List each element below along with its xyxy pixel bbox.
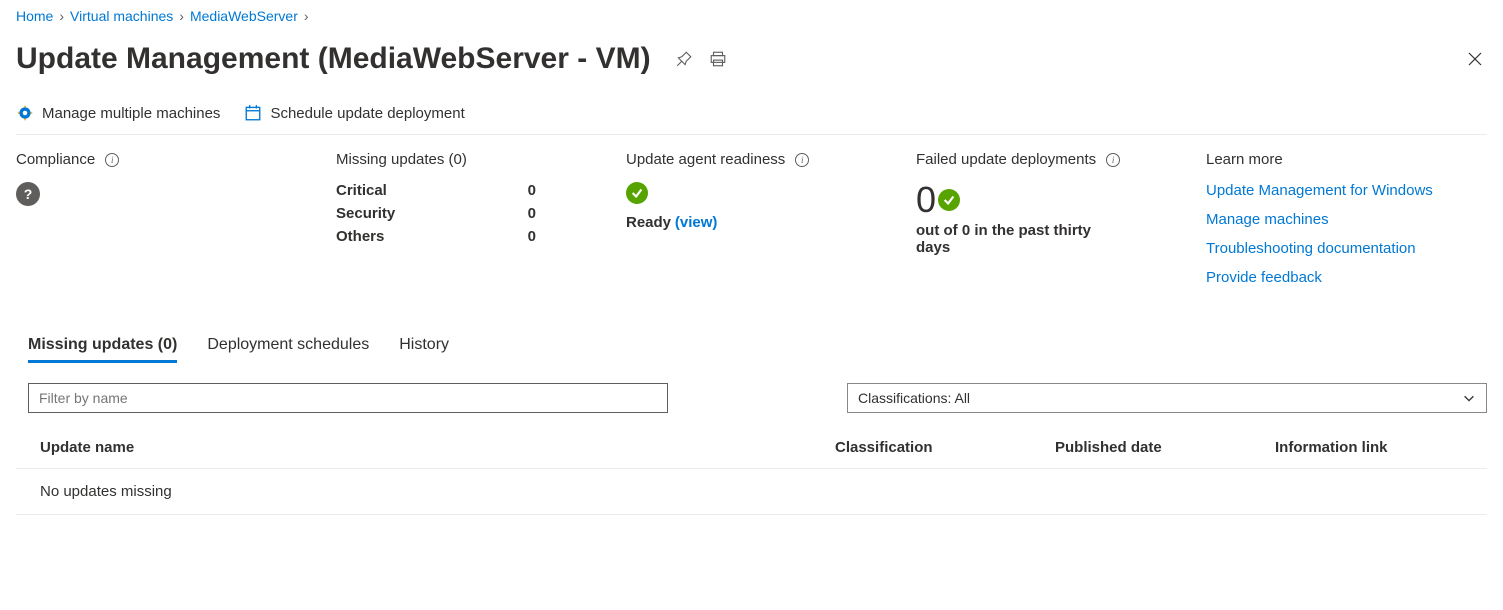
print-icon[interactable] — [707, 48, 729, 70]
tab-missing-updates[interactable]: Missing updates (0) — [28, 336, 177, 363]
missing-row-others: Others 0 — [336, 228, 536, 245]
readiness-view-link[interactable]: (view) — [675, 214, 718, 231]
missing-security-value: 0 — [528, 205, 536, 222]
col-classification[interactable]: Classification — [835, 439, 1055, 456]
schedule-deployment-button[interactable]: Schedule update deployment — [244, 104, 464, 122]
learn-link-feedback[interactable]: Provide feedback — [1206, 269, 1436, 286]
missing-critical-value: 0 — [528, 182, 536, 199]
check-circle-icon — [626, 182, 648, 204]
compliance-label: Compliance — [16, 151, 95, 168]
failed-deployments-panel: Failed update deployments i 0 out of 0 i… — [916, 151, 1146, 286]
manage-multiple-button[interactable]: Manage multiple machines — [16, 104, 220, 122]
learn-link-update-mgmt[interactable]: Update Management for Windows — [1206, 182, 1436, 199]
classifications-select[interactable]: Classifications: All — [847, 383, 1487, 413]
readiness-panel: Update agent readiness i Ready (view) — [626, 151, 856, 286]
missing-updates-panel: Missing updates (0) Critical 0 Security … — [336, 151, 566, 286]
breadcrumb-home[interactable]: Home — [16, 8, 53, 24]
title-row: Update Management (MediaWebServer - VM) — [16, 42, 1487, 76]
missing-row-security: Security 0 — [336, 205, 536, 222]
tabs: Missing updates (0) Deployment schedules… — [28, 336, 1487, 363]
table-empty-row: No updates missing — [16, 469, 1487, 515]
learn-more-label: Learn more — [1206, 151, 1283, 168]
breadcrumb-server[interactable]: MediaWebServer — [190, 8, 298, 24]
manage-multiple-label: Manage multiple machines — [42, 105, 220, 122]
missing-row-critical: Critical 0 — [336, 182, 536, 199]
learn-link-troubleshooting[interactable]: Troubleshooting documentation — [1206, 240, 1436, 257]
readiness-status: Ready — [626, 214, 671, 231]
calendar-icon — [244, 104, 262, 122]
stats-row: Compliance i ? Missing updates (0) Criti… — [16, 151, 1487, 286]
chevron-down-icon — [1462, 391, 1476, 405]
failed-count: 0 — [916, 182, 936, 218]
filters-row: Classifications: All — [28, 383, 1487, 413]
missing-others-label: Others — [336, 228, 384, 245]
check-circle-icon — [938, 189, 960, 211]
col-update-name[interactable]: Update name — [40, 439, 835, 456]
filter-name-input[interactable] — [28, 383, 668, 413]
missing-others-value: 0 — [528, 228, 536, 245]
gear-icon — [16, 104, 34, 122]
breadcrumb-vms[interactable]: Virtual machines — [70, 8, 173, 24]
close-button[interactable] — [1463, 47, 1487, 71]
learn-more-panel: Learn more Update Management for Windows… — [1206, 151, 1436, 286]
help-icon[interactable]: ? — [16, 182, 40, 206]
missing-critical-label: Critical — [336, 182, 387, 199]
chevron-right-icon: › — [59, 8, 64, 24]
col-published-date[interactable]: Published date — [1055, 439, 1275, 456]
toolbar: Manage multiple machines Schedule update… — [16, 104, 1487, 135]
page-title: Update Management (MediaWebServer - VM) — [16, 42, 651, 76]
col-information-link[interactable]: Information link — [1275, 439, 1475, 456]
breadcrumb: Home › Virtual machines › MediaWebServer… — [16, 8, 1487, 24]
info-icon[interactable]: i — [105, 153, 119, 167]
readiness-label: Update agent readiness — [626, 151, 785, 168]
tab-history[interactable]: History — [399, 336, 449, 363]
compliance-panel: Compliance i ? — [16, 151, 276, 286]
learn-link-manage-machines[interactable]: Manage machines — [1206, 211, 1436, 228]
missing-security-label: Security — [336, 205, 395, 222]
classifications-value: Classifications: All — [858, 390, 970, 406]
failed-label: Failed update deployments — [916, 151, 1096, 168]
info-icon[interactable]: i — [1106, 153, 1120, 167]
chevron-right-icon: › — [179, 8, 184, 24]
missing-updates-label: Missing updates (0) — [336, 151, 467, 168]
table-header: Update name Classification Published dat… — [16, 439, 1487, 469]
tab-deployment-schedules[interactable]: Deployment schedules — [207, 336, 369, 363]
chevron-right-icon: › — [304, 8, 309, 24]
pin-icon[interactable] — [673, 48, 695, 70]
info-icon[interactable]: i — [795, 153, 809, 167]
schedule-deployment-label: Schedule update deployment — [270, 105, 464, 122]
failed-subtext: out of 0 in the past thirty days — [916, 222, 1106, 256]
